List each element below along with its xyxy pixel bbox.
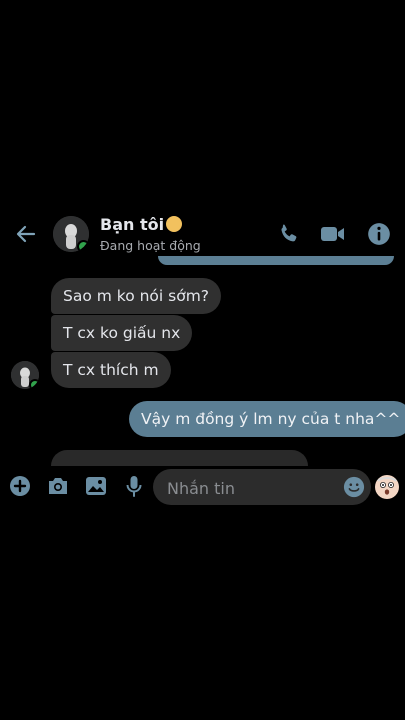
- plus-icon[interactable]: [8, 474, 32, 498]
- phone-icon[interactable]: [276, 221, 302, 247]
- sent-message-bubble-partial: [158, 256, 394, 265]
- info-icon[interactable]: [366, 221, 392, 247]
- sent-message[interactable]: Vậy m đồng ý lm ny của t nha^^: [129, 401, 405, 437]
- message-input[interactable]: [165, 469, 339, 507]
- quick-reaction-icon[interactable]: [375, 475, 399, 499]
- online-indicator: [77, 240, 89, 252]
- camera-icon[interactable]: [46, 474, 70, 498]
- received-message[interactable]: Sao m ko nói sớm?: [51, 278, 222, 314]
- gallery-icon[interactable]: [84, 474, 108, 498]
- sender-avatar[interactable]: [11, 361, 39, 389]
- video-camera-icon[interactable]: [320, 221, 346, 247]
- received-message[interactable]: T cx ko giấu nx: [51, 315, 193, 351]
- emoji-icon: [166, 216, 183, 232]
- contact-name[interactable]: Bạn tôi: [100, 215, 183, 234]
- received-message-partial: [51, 450, 308, 466]
- microphone-icon[interactable]: [122, 474, 146, 498]
- active-status: Đang hoạt động: [100, 238, 201, 253]
- message-composer: [0, 466, 405, 508]
- chat-header: Bạn tôi Đang hoạt động: [0, 210, 405, 260]
- received-message[interactable]: T cx thích m: [51, 352, 171, 388]
- emoji-icon[interactable]: [343, 476, 365, 498]
- online-indicator: [29, 379, 39, 389]
- contact-name-text: Bạn tôi: [100, 215, 165, 234]
- message-input-container[interactable]: [153, 469, 371, 507]
- contact-avatar[interactable]: [53, 216, 89, 252]
- back-arrow-icon[interactable]: [14, 222, 38, 246]
